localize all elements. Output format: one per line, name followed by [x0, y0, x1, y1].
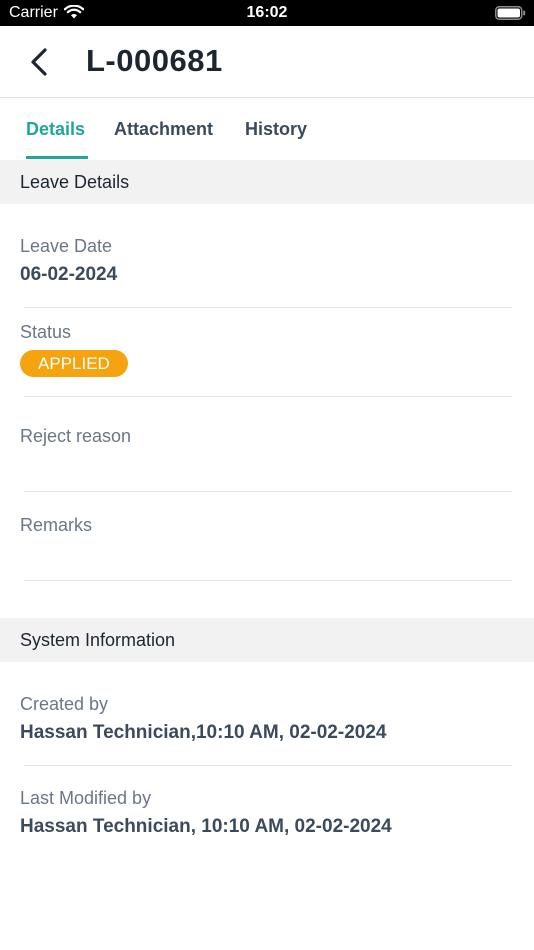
created-by-label: Created by [20, 694, 109, 714]
remarks-label: Remarks [20, 515, 93, 535]
page-title: L-000681 [86, 43, 223, 78]
created-by-value: Hassan Technician,10:10 AM, 02-02-2024 [20, 722, 387, 743]
divider [24, 396, 512, 397]
battery-icon [495, 6, 526, 20]
reject-reason-label: Reject reason [20, 426, 132, 446]
section-title: System Information [20, 630, 176, 650]
status-bar: Carrier 16:02 [0, 0, 534, 26]
tab-attachment[interactable]: Attachment [114, 119, 213, 140]
chevron-left-icon[interactable] [26, 46, 54, 78]
leave-date-label: Leave Date [20, 236, 113, 256]
last-modified-label: Last Modified by [20, 788, 152, 808]
section-title: Leave Details [20, 172, 130, 192]
divider [24, 491, 512, 492]
status-label: Status [20, 322, 72, 342]
tab-history[interactable]: History [245, 119, 307, 140]
divider [24, 580, 512, 581]
system-information-header: System Information [0, 618, 534, 662]
active-tab-indicator [26, 156, 88, 159]
divider [24, 765, 512, 766]
leave-details-header: Leave Details [0, 160, 534, 204]
divider [24, 307, 512, 308]
clock-time: 16:02 [246, 4, 288, 21]
app-bar: L-000681 [0, 26, 534, 98]
tab-bar: Details Attachment History [0, 98, 534, 160]
leave-date-value: 06-02-2024 [20, 264, 118, 285]
status-badge: APPLIED [20, 350, 128, 377]
last-modified-value: Hassan Technician, 10:10 AM, 02-02-2024 [20, 816, 392, 837]
tab-details[interactable]: Details [26, 119, 85, 140]
